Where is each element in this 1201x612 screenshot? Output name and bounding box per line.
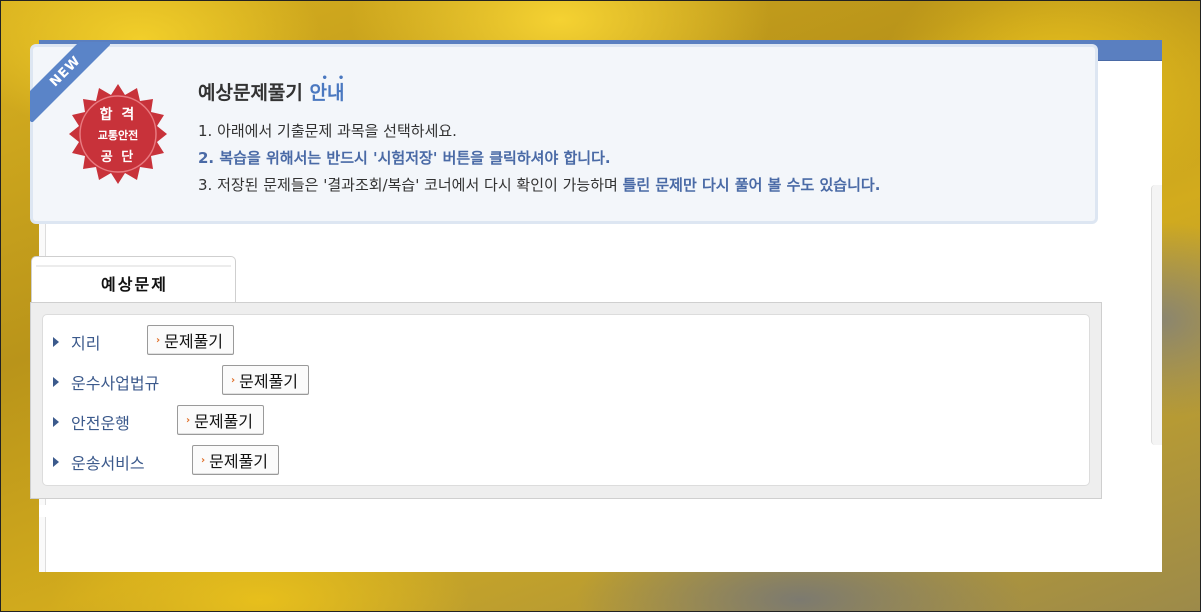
subject-panel: 지리 › 문제풀기 운수사업법규 › 문제풀기 안전운행 › 문제풀기 운송서비… [30,302,1102,499]
chevron-right-icon: › [231,374,236,386]
subject-name: 운수사업법규 [71,374,160,393]
arrow-right-icon [53,457,59,467]
list-item: 운송서비스 [53,447,145,477]
info-instructions: 1. 아래에서 기출문제 과목을 선택하세요. 2. 복습을 위해서는 반드시 … [198,118,880,199]
chevron-right-icon: › [186,414,191,426]
tab-label: 예상문제 [101,275,168,294]
chevron-right-icon: › [156,334,161,346]
instruction-2: 2. 복습을 위해서는 반드시 '시험저장' 버튼을 클릭하셔야 합니다. [198,149,611,167]
info-title-main: 예상문제풀기 [198,82,310,104]
info-title: 예상문제풀기 •• 안내 [198,73,355,105]
arrow-right-icon [53,377,59,387]
list-item: 운수사업법규 [53,367,159,397]
subject-name: 안전운행 [71,414,130,433]
instruction-3-emphasis: 틀린 문제만 다시 풀어 볼 수도 있습니다. [622,176,881,194]
chevron-right-icon: › [201,454,206,466]
seal-line-2: 교통안전 [97,129,139,142]
pass-seal-icon: 합 격 교통안전 공 단 [66,82,170,186]
list-item: 지리 [53,327,100,357]
right-edge-panel [1151,185,1162,445]
left-edge-panel [39,517,46,572]
subject-name: 운송서비스 [71,454,145,473]
tab-highlight-line [36,265,231,267]
solve-button[interactable]: › 문제풀기 [177,405,265,435]
list-item: 안전운행 [53,407,130,437]
tab-expected-questions[interactable]: 예상문제 [31,256,236,302]
instruction-3: 3. 저장된 문제들은 '결과조회/복습' 코너에서 다시 확인이 가능하며 틀… [198,176,881,194]
seal-line-3: 공 단 [100,150,136,165]
subject-list: 지리 › 문제풀기 운수사업법규 › 문제풀기 안전운행 › 문제풀기 운송서비… [42,314,1090,486]
title-dots-decoration: •• [321,73,355,84]
seal-line-1: 합 격 [99,107,137,123]
solve-button[interactable]: › 문제풀기 [192,445,280,475]
arrow-right-icon [53,337,59,347]
instruction-1: 1. 아래에서 기출문제 과목을 선택하세요. [198,122,457,140]
solve-button[interactable]: › 문제풀기 [147,325,235,355]
info-title-accent: •• 안내 [309,73,355,104]
arrow-right-icon [53,417,59,427]
solve-button[interactable]: › 문제풀기 [222,365,310,395]
subject-name: 지리 [71,334,101,353]
